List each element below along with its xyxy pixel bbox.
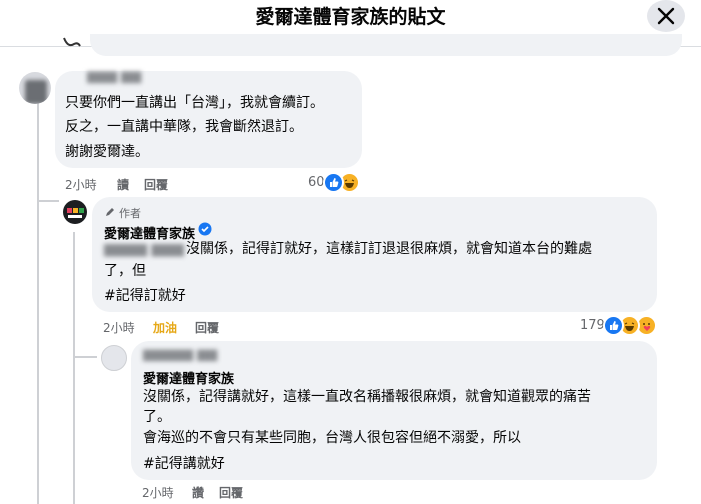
like-reaction-icon <box>603 315 624 336</box>
thread-connector <box>37 200 59 202</box>
comment-text: 沒關係，記得講就好，這樣一直改名稱播報很麻煩，就會知道觀眾的痛苦 <box>143 389 591 405</box>
author-badge: 作者 <box>119 207 141 220</box>
avatar[interactable] <box>19 72 51 104</box>
hashtag-link[interactable]: #記得訂就好 <box>104 284 186 308</box>
avatar[interactable] <box>101 345 127 371</box>
comment-text: 謝謝愛爾達。 <box>65 144 149 160</box>
thread-line-nested <box>73 232 75 504</box>
like-button[interactable]: 讚 <box>192 484 204 501</box>
previous-avatar-fragment <box>63 37 81 47</box>
reply-button[interactable]: 回覆 <box>219 484 243 501</box>
blurred-author-name[interactable]: ▆▆▆ ▆▆ <box>87 69 141 84</box>
thread-line <box>37 100 39 504</box>
close-button[interactable] <box>647 0 685 32</box>
comment-text: 沒關係，記得訂就好，這樣訂訂退退很麻煩，就會知道本台的難處 <box>186 241 592 257</box>
dialog-title: 愛爾達體育家族的貼文 <box>255 6 446 28</box>
verified-badge-icon <box>198 222 212 236</box>
reply-button[interactable]: 回覆 <box>144 176 168 193</box>
reply-button[interactable]: 回覆 <box>195 319 219 336</box>
comment-bubble: ▆▆▆ ▆▆ 只要你們一直講出「台灣」，我就會續訂。 反之，一直講中華隊，我會斷… <box>55 69 362 168</box>
comment-text: 會海巡的不會只有某些同胞，台灣人很包容但絕不溺愛，所以 <box>143 430 521 446</box>
blurred-author-name[interactable]: ▆▆▆▆▆ ▆▆ <box>143 347 217 362</box>
reaction-count[interactable]: 179 <box>580 318 605 333</box>
comment-time[interactable]: 2小時 <box>65 176 97 193</box>
reaction-button[interactable]: 加油 <box>153 319 177 336</box>
close-icon <box>657 7 675 25</box>
comment-text: 了，但 <box>104 263 146 279</box>
comment-text: 反之，一直講中華隊，我會斷然退訂。 <box>65 119 303 135</box>
mentioned-user[interactable]: ▆▆▆▆ ▆▆▆ <box>104 237 184 261</box>
like-button[interactable]: 讀 <box>117 176 129 193</box>
pencil-icon <box>106 208 114 216</box>
like-reaction-icon <box>323 172 344 193</box>
thread-connector-nested <box>73 356 97 358</box>
comment-bubble: 作者 愛爾達體育家族 ▆▆▆▆ ▆▆▆ 沒關係，記得訂就好，這樣訂訂退退很麻煩，… <box>92 197 657 312</box>
previous-comment-bubble <box>90 34 682 56</box>
hashtag-link[interactable]: #記得講就好 <box>143 452 225 476</box>
comment-bubble: ▆▆▆▆▆ ▆▆ 愛爾達體育家族 沒關係，記得講就好，這樣一直改名稱播報很麻煩，… <box>131 341 657 480</box>
comment-time[interactable]: 2小時 <box>142 484 174 501</box>
comment-text: 只要你們一直講出「台灣」，我就會續訂。 <box>65 95 324 111</box>
comment-time[interactable]: 2小時 <box>103 319 135 336</box>
avatar[interactable] <box>63 200 87 224</box>
